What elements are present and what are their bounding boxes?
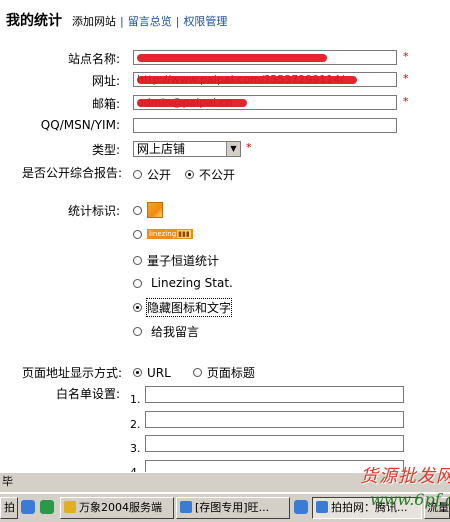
- stat-option-label: Linezing Stat.: [151, 276, 233, 290]
- app-icon[interactable]: [40, 500, 54, 514]
- chevron-down-icon[interactable]: ▼: [226, 142, 240, 156]
- radio-addr-url-label: URL: [147, 365, 171, 380]
- page-title: 我的统计: [6, 13, 62, 29]
- required-star: *: [403, 72, 409, 85]
- whitelist-number: 1.: [130, 393, 141, 406]
- whitelist-input-2[interactable]: [145, 411, 404, 428]
- radio-stat-message[interactable]: [133, 327, 142, 336]
- stat-mark-option: 量子恒道统计: [133, 252, 219, 269]
- radio-stat-icon1[interactable]: [133, 205, 142, 215]
- stat-mark-option: 给我留言: [133, 323, 199, 340]
- url-input[interactable]: http://www.paipai.com/?5537299114/: [133, 72, 397, 87]
- redaction-mark: [137, 76, 357, 84]
- nav-separator: |: [175, 15, 180, 28]
- radio-addr-title-label: 页面标题: [206, 366, 255, 380]
- addr-radio-group: URL 页面标题: [133, 364, 269, 381]
- whitelist-number: 2.: [130, 418, 141, 431]
- stat-mark-label: 统计标识:: [67, 204, 120, 218]
- stat-mark-option: [133, 202, 163, 218]
- header: 我的统计 添加网站 | 留言总览 | 权限管理: [6, 10, 227, 30]
- required-star: *: [403, 95, 409, 108]
- nav-permissions[interactable]: 权限管理: [183, 13, 227, 29]
- whitelist-number: 3.: [130, 442, 141, 455]
- radio-stat-liangzi[interactable]: [133, 256, 142, 265]
- status-text: 毕: [2, 475, 13, 488]
- browser-icon: [316, 501, 328, 513]
- radio-addr-url[interactable]: [133, 368, 142, 377]
- radio-private-label: 不公开: [199, 168, 236, 182]
- browser-icon[interactable]: [294, 500, 308, 514]
- taskbar-item-wanxiang[interactable]: 万象2004服务端: [60, 497, 174, 519]
- radio-private[interactable]: [185, 170, 195, 179]
- linezing-logo-icon: linezing ▮▮▮: [147, 229, 193, 239]
- radio-stat-icon2[interactable]: [133, 229, 142, 239]
- stat-option-label: 给我留言: [151, 325, 200, 339]
- stat-mark-option: 隐藏图标和文字: [133, 298, 233, 317]
- nav-separator: |: [120, 15, 124, 28]
- url-label: 网址:: [91, 74, 120, 88]
- required-star: *: [403, 50, 409, 63]
- addr-display-label: 页面地址显示方式:: [21, 366, 122, 380]
- stat-mark-option: linezing ▮▮▮: [133, 229, 193, 239]
- stat-option-label: 量子恒道统计: [147, 254, 220, 268]
- taskbar-item-storage[interactable]: [存图专用]旺...: [176, 497, 290, 519]
- radio-public[interactable]: [133, 170, 142, 179]
- radio-stat-linezing[interactable]: [133, 278, 142, 288]
- redaction-mark: [137, 54, 327, 62]
- nav-messages[interactable]: 留言总览: [128, 13, 172, 29]
- redaction-mark: [137, 99, 247, 107]
- stat-option-label: 隐藏图标和文字: [145, 298, 233, 317]
- type-select-value: 网上店铺: [137, 142, 186, 156]
- radio-public-label: 公开: [147, 168, 172, 182]
- im-label: QQ/MSN/YIM:: [40, 118, 120, 132]
- taskbar-item-label: 万象2004服务端: [79, 501, 162, 514]
- whitelist-label: 白名单设置:: [55, 387, 120, 401]
- taskbar-item-start[interactable]: 拍: [0, 497, 18, 519]
- radio-stat-hidden[interactable]: [133, 303, 142, 312]
- taskbar-item-label: [存图专用]旺...: [195, 501, 270, 514]
- im-input[interactable]: [133, 118, 397, 133]
- taskbar-item-label: 拍: [4, 501, 15, 514]
- browser-icon: [180, 501, 192, 513]
- nav-add-site[interactable]: 添加网站: [72, 13, 116, 29]
- stat-orange-icon: [147, 202, 163, 218]
- radio-addr-title[interactable]: [192, 368, 202, 377]
- type-label: 类型:: [91, 143, 120, 157]
- shield-icon: [64, 501, 76, 513]
- public-radio-group: 公开 不公开: [133, 166, 249, 183]
- watermark-url: www.6pf.cn: [370, 490, 450, 509]
- stat-mark-option: Linezing Stat.: [133, 276, 233, 290]
- type-select[interactable]: 网上店铺 ▼: [133, 141, 241, 157]
- whitelist-input-3[interactable]: [145, 435, 404, 452]
- browser-icon[interactable]: [21, 500, 35, 514]
- email-label: 邮箱:: [91, 97, 120, 111]
- stats-page: 我的统计 添加网站 | 留言总览 | 权限管理 站点名称: * 网址: http…: [0, 0, 450, 472]
- watermark: 货源批发网: [360, 466, 450, 487]
- email-input[interactable]: admin@paipai.cn: [133, 95, 397, 110]
- public-report-label: 是否公开综合报告:: [21, 166, 122, 180]
- site-name-label: 站点名称:: [67, 52, 120, 66]
- required-star: *: [246, 141, 252, 154]
- site-name-input[interactable]: [133, 50, 397, 65]
- whitelist-input-1[interactable]: [145, 386, 404, 403]
